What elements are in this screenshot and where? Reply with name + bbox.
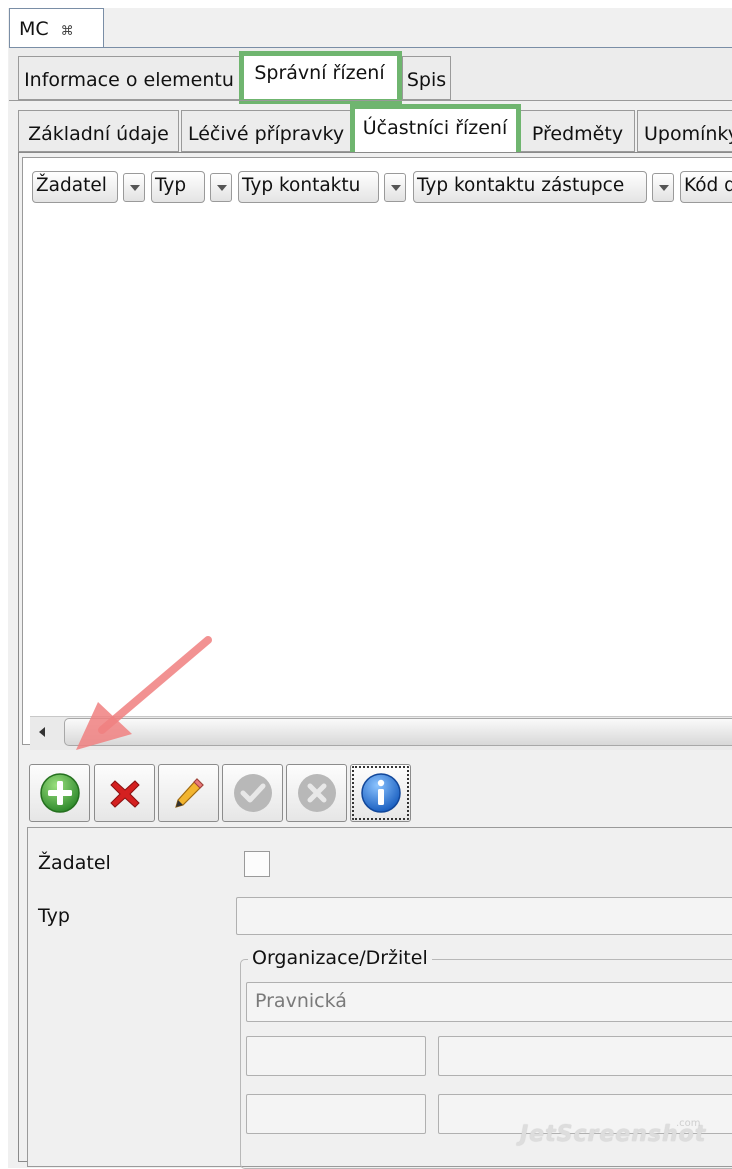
info-button[interactable] [350,764,411,822]
tab-zakladni-udaje[interactable]: Základní údaje [18,110,179,152]
column-label: Typ kontaktu [242,175,361,196]
organization-type-value: Pravnická [255,990,347,1012]
delete-icon [110,780,140,808]
confirm-icon [234,774,272,812]
tab-lecive-pripravky[interactable]: Léčivé přípravky [181,110,351,152]
tab-label: Účastníci řízení [362,117,508,139]
tab-label: Informace o elementu [24,69,234,91]
tab-spis[interactable]: Spis [402,56,451,100]
column-label: Žadatel [36,175,107,196]
cancel-icon [298,774,336,812]
delete-button[interactable] [94,764,155,822]
typ-label: Typ [38,905,70,927]
column-label: Kód d [684,175,732,196]
view-tab-mc[interactable]: MC ⌘ [9,8,104,48]
column-header-typ[interactable]: Typ [151,171,205,203]
organizace-group-legend: Organizace/Držitel [248,947,432,969]
tab-upominky[interactable]: Upomínky [637,110,732,152]
edit-button[interactable] [158,764,219,822]
main-tab-divider [9,100,732,101]
info-icon [361,773,401,813]
column-label: Typ [155,175,187,196]
column-filter-dropdown[interactable] [210,173,232,202]
typ-input[interactable] [236,897,732,935]
zadatel-checkbox[interactable] [244,851,270,877]
column-filter-dropdown[interactable] [652,173,674,202]
confirm-button[interactable] [222,764,283,822]
add-icon [40,773,80,813]
tab-informace-o-elementu[interactable]: Informace o elementu [18,56,240,100]
column-label: Typ kontaktu zástupce [417,175,625,196]
column-header-kod[interactable]: Kód d [680,171,732,203]
edit-pencil-icon [175,778,204,808]
cancel-button[interactable] [286,764,347,822]
tab-ucastnici-rizeni[interactable]: Účastníci řízení [353,106,517,153]
tab-predmety[interactable]: Předměty [520,110,635,152]
tab-label: Předměty [531,123,624,145]
column-header-typ-kontaktu-zastupce[interactable]: Typ kontaktu zástupce [413,171,647,203]
tab-label: Upomínky [644,123,732,145]
close-view-icon[interactable]: ⌘ [61,24,74,39]
tab-label: Základní údaje [28,123,169,145]
column-header-zadatel[interactable]: Žadatel [32,171,118,203]
column-filter-dropdown[interactable] [384,173,406,202]
zadatel-label: Žadatel [38,852,111,874]
watermark-suffix: .com [676,1118,701,1129]
tab-label: Správní řízení [254,62,385,84]
add-button[interactable] [29,764,90,822]
annotation-arrow-icon [76,636,212,750]
tab-label: Léčivé přípravky [187,123,345,145]
organization-field-3[interactable] [246,1094,426,1134]
view-tab-label: MC [19,18,49,40]
tab-label: Spis [406,69,447,91]
column-filter-dropdown[interactable] [123,173,145,202]
column-header-typ-kontaktu[interactable]: Typ kontaktu [238,171,379,203]
organization-field-1[interactable] [246,1036,426,1076]
organization-field-2[interactable] [438,1036,732,1076]
tab-spravni-rizeni[interactable]: Správní řízení [241,53,398,100]
